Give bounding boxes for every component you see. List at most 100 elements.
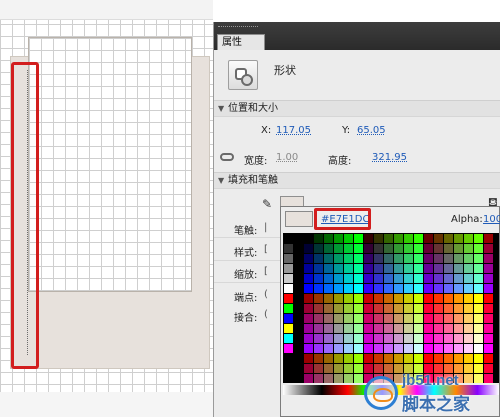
color-swatch[interactable] xyxy=(314,354,324,364)
color-swatch[interactable] xyxy=(324,254,334,264)
color-swatch[interactable] xyxy=(474,274,484,284)
color-swatch[interactable] xyxy=(294,324,304,334)
color-swatch[interactable] xyxy=(464,274,474,284)
color-swatch[interactable] xyxy=(424,234,434,244)
color-swatch[interactable] xyxy=(384,334,394,344)
color-swatch[interactable] xyxy=(344,244,354,254)
color-swatch[interactable] xyxy=(314,324,324,334)
color-swatch[interactable] xyxy=(394,284,404,294)
color-swatch[interactable] xyxy=(294,364,304,374)
color-swatch[interactable] xyxy=(464,294,474,304)
color-swatch[interactable] xyxy=(304,364,314,374)
color-swatch[interactable] xyxy=(374,274,384,284)
color-swatch[interactable] xyxy=(354,334,364,344)
color-swatch[interactable] xyxy=(374,304,384,314)
color-swatch[interactable] xyxy=(314,374,324,383)
color-swatch[interactable] xyxy=(384,354,394,364)
color-swatch[interactable] xyxy=(404,254,414,264)
color-swatch[interactable] xyxy=(334,364,344,374)
color-swatch[interactable] xyxy=(284,254,294,264)
color-swatch[interactable] xyxy=(364,304,374,314)
color-swatch[interactable] xyxy=(414,264,424,274)
color-swatch[interactable] xyxy=(444,234,454,244)
color-swatch[interactable] xyxy=(404,294,414,304)
color-swatch[interactable] xyxy=(344,304,354,314)
color-swatch[interactable] xyxy=(474,304,484,314)
color-swatch[interactable] xyxy=(354,344,364,354)
color-swatch[interactable] xyxy=(464,244,474,254)
color-swatch[interactable] xyxy=(364,264,374,274)
color-swatch[interactable] xyxy=(464,304,474,314)
color-swatch[interactable] xyxy=(284,274,294,284)
color-swatch[interactable] xyxy=(304,314,314,324)
color-swatch[interactable] xyxy=(484,244,494,254)
color-swatch[interactable] xyxy=(324,334,334,344)
color-swatch[interactable] xyxy=(294,254,304,264)
color-swatch[interactable] xyxy=(444,254,454,264)
color-swatch[interactable] xyxy=(434,244,444,254)
color-swatch[interactable] xyxy=(474,244,484,254)
color-swatch[interactable] xyxy=(314,304,324,314)
color-swatch[interactable] xyxy=(314,254,324,264)
color-swatch[interactable] xyxy=(434,264,444,274)
color-swatch[interactable] xyxy=(294,314,304,324)
color-swatch[interactable] xyxy=(434,274,444,284)
color-swatch[interactable] xyxy=(284,334,294,344)
color-swatch[interactable] xyxy=(374,294,384,304)
color-swatch[interactable] xyxy=(384,264,394,274)
color-swatch[interactable] xyxy=(294,374,304,383)
color-swatch[interactable] xyxy=(284,354,294,364)
color-swatch[interactable] xyxy=(384,254,394,264)
color-swatch[interactable] xyxy=(374,354,384,364)
color-swatch[interactable] xyxy=(474,324,484,334)
color-swatch[interactable] xyxy=(384,294,394,304)
color-swatch[interactable] xyxy=(484,334,494,344)
stroke-field-edge[interactable]: | xyxy=(264,222,267,233)
color-swatch[interactable] xyxy=(284,364,294,374)
color-swatch[interactable] xyxy=(294,284,304,294)
color-swatch[interactable] xyxy=(374,324,384,334)
color-swatch[interactable] xyxy=(434,354,444,364)
color-swatch[interactable] xyxy=(314,364,324,374)
color-swatch[interactable] xyxy=(364,234,374,244)
join-field-edge[interactable]: ( xyxy=(264,309,268,320)
color-swatch[interactable] xyxy=(384,234,394,244)
scale-field-edge[interactable]: [ xyxy=(264,266,268,277)
color-swatch[interactable] xyxy=(294,264,304,274)
color-swatch[interactable] xyxy=(454,354,464,364)
alpha-value[interactable]: 100 xyxy=(483,214,500,225)
color-swatch[interactable] xyxy=(384,314,394,324)
color-swatch[interactable] xyxy=(304,374,314,383)
color-swatch[interactable] xyxy=(324,264,334,274)
color-swatch[interactable] xyxy=(284,244,294,254)
color-swatch[interactable] xyxy=(484,294,494,304)
color-swatch[interactable] xyxy=(484,344,494,354)
color-swatch[interactable] xyxy=(334,244,344,254)
color-swatch[interactable] xyxy=(474,264,484,274)
color-swatch[interactable] xyxy=(334,294,344,304)
color-swatch[interactable] xyxy=(474,294,484,304)
color-swatch[interactable] xyxy=(474,334,484,344)
color-swatch[interactable] xyxy=(354,324,364,334)
color-swatch[interactable] xyxy=(424,324,434,334)
color-swatch[interactable] xyxy=(404,354,414,364)
color-swatch[interactable] xyxy=(434,324,444,334)
color-swatch[interactable] xyxy=(324,284,334,294)
color-swatch[interactable] xyxy=(414,344,424,354)
color-swatch[interactable] xyxy=(404,334,414,344)
color-swatch[interactable] xyxy=(464,344,474,354)
color-swatch[interactable] xyxy=(484,324,494,334)
color-swatch[interactable] xyxy=(424,334,434,344)
color-swatch[interactable] xyxy=(414,334,424,344)
color-swatch[interactable] xyxy=(324,304,334,314)
color-swatch[interactable] xyxy=(354,264,364,274)
section-fill-stroke[interactable]: ▼ 填充和笔触 xyxy=(214,172,500,189)
color-swatch[interactable] xyxy=(314,264,324,274)
color-swatch[interactable] xyxy=(354,254,364,264)
color-swatch[interactable] xyxy=(334,284,344,294)
color-swatch[interactable] xyxy=(374,254,384,264)
color-swatch[interactable] xyxy=(484,284,494,294)
color-swatch[interactable] xyxy=(324,324,334,334)
color-swatch[interactable] xyxy=(334,254,344,264)
color-swatch[interactable] xyxy=(314,314,324,324)
